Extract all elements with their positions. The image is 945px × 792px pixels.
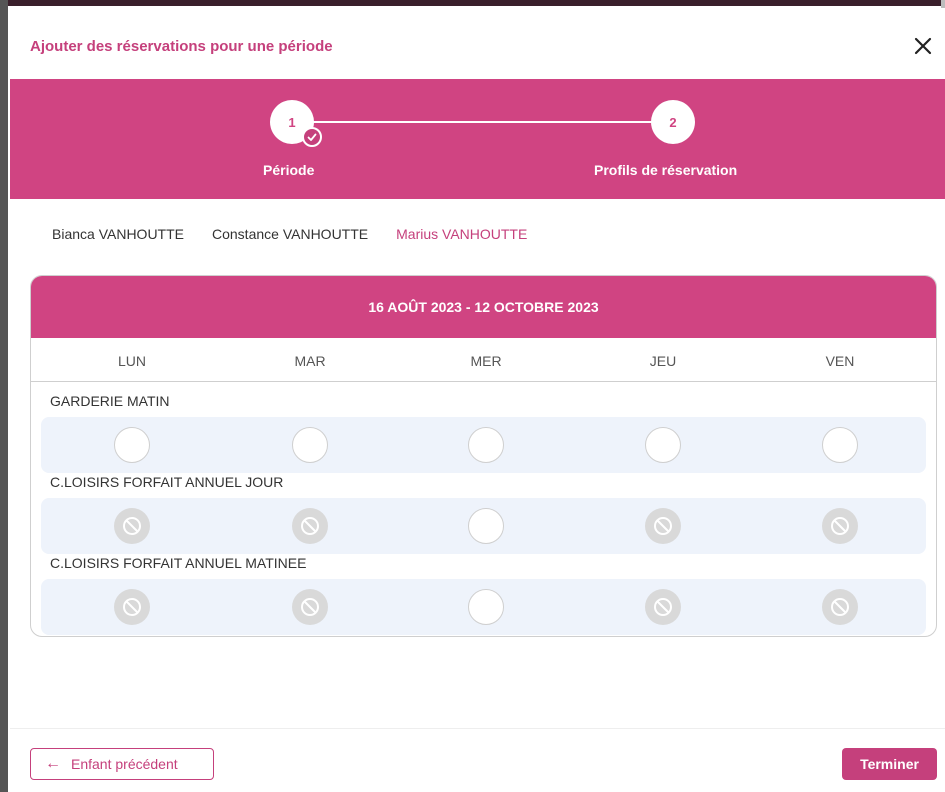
stepper: 1 2 Période Profils de réservation (10, 79, 945, 199)
ban-icon (292, 508, 328, 544)
activity-label: C.LOISIRS FORFAIT ANNUEL JOUR (50, 474, 284, 490)
previous-child-label: Enfant précédent (71, 756, 178, 772)
child-tab-bianca[interactable]: Bianca VANHOUTTE (52, 226, 184, 248)
window-top-edge (0, 0, 945, 6)
child-tab-constance[interactable]: Constance VANHOUTTE (212, 226, 368, 248)
ban-icon (822, 508, 858, 544)
window-left-edge (0, 0, 8, 792)
child-tab-marius[interactable]: Marius VANHOUTTE (396, 226, 527, 248)
arrow-left-icon: ← (45, 755, 61, 772)
activity-label: C.LOISIRS FORFAIT ANNUEL MATINEE (50, 555, 307, 571)
dialog-title: Ajouter des réservations pour une périod… (30, 38, 333, 55)
ban-icon (645, 589, 681, 625)
step-2-label: Profils de réservation (594, 162, 738, 178)
dialog-header: Ajouter des réservations pour une périod… (10, 8, 945, 79)
footer-divider (10, 728, 945, 729)
reservation-slot[interactable] (468, 508, 504, 544)
reservation-slot[interactable] (822, 427, 858, 463)
reservation-dialog: Ajouter des réservations pour une périod… (10, 8, 945, 792)
close-icon (914, 37, 932, 55)
reservation-slot[interactable] (292, 427, 328, 463)
ban-icon (114, 508, 150, 544)
check-icon (302, 127, 322, 147)
close-button[interactable] (909, 32, 937, 60)
ban-icon (645, 508, 681, 544)
reservation-slot[interactable] (114, 427, 150, 463)
activity-label: GARDERIE MATIN (50, 393, 170, 409)
activity-rows: GARDERIE MATIN C.LOISIRS FORFAIT ANNUEL J… (31, 276, 936, 636)
finish-button[interactable]: Terminer (842, 748, 937, 780)
reservation-slot[interactable] (468, 427, 504, 463)
reservation-slot[interactable] (468, 589, 504, 625)
previous-child-button[interactable]: ← Enfant précédent (30, 748, 214, 780)
ban-icon (822, 589, 858, 625)
reservation-slot[interactable] (645, 427, 681, 463)
children-tabs: Bianca VANHOUTTE Constance VANHOUTTE Mar… (52, 226, 527, 248)
step-connector (306, 121, 676, 123)
step-1-label: Période (263, 162, 315, 178)
ban-icon (114, 589, 150, 625)
reservation-calendar: 16 AOÛT 2023 - 12 OCTOBRE 2023 LUN MAR M… (30, 275, 937, 637)
ban-icon (292, 589, 328, 625)
step-2-circle: 2 (651, 100, 695, 144)
